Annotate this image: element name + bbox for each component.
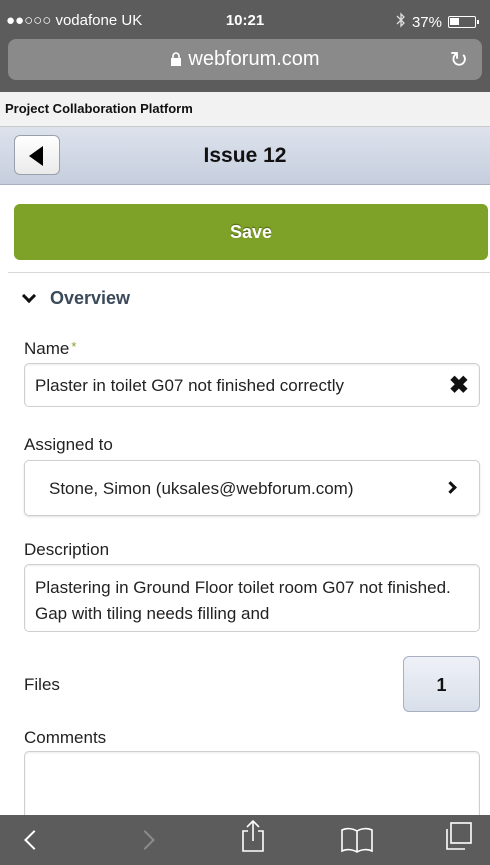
battery-icon <box>448 16 479 28</box>
share-icon[interactable] <box>240 819 266 858</box>
url-bar[interactable]: webforum.com ↻ <box>8 39 482 80</box>
divider <box>8 272 490 273</box>
battery-percent: 37% <box>411 13 442 31</box>
chevron-right-icon <box>444 481 457 494</box>
description-textarea[interactable]: Plastering in Ground Floor toilet room G… <box>24 564 480 632</box>
clear-x-icon[interactable]: ✖ <box>449 371 469 400</box>
page-title: Issue 12 <box>203 144 287 167</box>
tabs-icon[interactable] <box>442 821 474 858</box>
status-right: 37% <box>396 12 479 32</box>
files-count-button[interactable]: 1 <box>403 656 480 712</box>
name-label-text: Name <box>24 339 70 358</box>
overview-section-toggle[interactable]: Overview <box>21 288 131 309</box>
assigned-value: Stone, Simon (uksales@webforum.com) <box>49 479 354 498</box>
name-input[interactable]: Plaster in toilet G07 not finished corre… <box>24 363 480 407</box>
browser-back-icon[interactable] <box>24 830 44 850</box>
section-title: Overview <box>50 288 131 308</box>
url-text: webforum.com <box>188 48 320 70</box>
comments-textarea[interactable] <box>24 751 480 821</box>
assigned-label: Assigned to <box>24 435 113 454</box>
required-mark: * <box>71 339 77 354</box>
bluetooth-icon <box>396 12 406 32</box>
battery-level <box>450 18 459 25</box>
name-label: Name * <box>24 339 76 359</box>
chevron-down-icon <box>21 288 37 303</box>
platform-title: Project Collaboration Platform <box>0 92 490 127</box>
browser-toolbar <box>0 815 490 865</box>
reload-icon[interactable]: ↻ <box>450 47 468 73</box>
assigned-to-selector[interactable]: Stone, Simon (uksales@webforum.com) <box>24 460 480 516</box>
bookmarks-icon[interactable] <box>340 827 374 858</box>
comments-label: Comments <box>24 728 107 747</box>
lock-icon <box>171 52 182 66</box>
browser-forward-icon[interactable] <box>135 830 155 850</box>
url-display: webforum.com <box>8 48 482 71</box>
browser-chrome: ●●○○○ vodafone UK 10:21 37% webforum.com… <box>0 0 490 92</box>
nav-header: Issue 12 <box>0 127 490 185</box>
save-button[interactable]: Save <box>14 204 488 260</box>
battery-tip <box>477 20 479 24</box>
description-label: Description <box>24 540 110 559</box>
name-value: Plaster in toilet G07 not finished corre… <box>35 376 344 395</box>
status-bar: ●●○○○ vodafone UK 10:21 37% <box>0 10 490 32</box>
files-label: Files <box>24 675 60 694</box>
